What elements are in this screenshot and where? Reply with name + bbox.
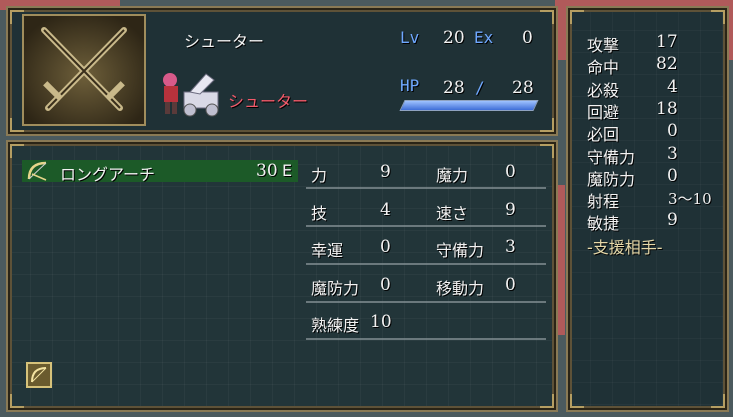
battle-stat-value: 18 [656, 99, 678, 119]
frame-corner [540, 144, 554, 158]
stat-divider [306, 263, 546, 265]
frame-corner [540, 118, 554, 132]
item-scroll-icon[interactable] [26, 362, 52, 388]
frame-corner [540, 10, 554, 24]
stat-divider [306, 225, 546, 227]
battle-stat-value: 3 [667, 144, 678, 164]
hp-bar-fill [400, 101, 538, 110]
hp-bar [399, 100, 539, 111]
stat-label: 幸運 [311, 241, 344, 260]
unit-sprite [160, 70, 226, 118]
weapon-name: ロングアーチ [60, 165, 156, 184]
stat-label: 熟練度 [311, 316, 360, 335]
battle-stat-label: 必殺 [587, 81, 620, 100]
stat-value: 10 [370, 312, 392, 332]
frame-corner [570, 394, 584, 408]
stat-divider [306, 301, 546, 303]
battle-stat-label: 攻撃 [587, 36, 620, 55]
stat-divider [306, 338, 546, 340]
battle-stat-value: 4 [667, 77, 678, 97]
battle-stat-label: 必回 [587, 125, 620, 144]
level-value: 20 [443, 28, 465, 48]
level-label: Lv [400, 28, 420, 47]
hp-max: 28 [512, 78, 534, 98]
hp-label: HP [400, 76, 420, 95]
stat-value: 0 [380, 275, 391, 295]
frame-corner [711, 394, 725, 408]
frame-corner [711, 10, 725, 24]
battle-stat-value: 0 [667, 166, 678, 186]
battle-stat-value: 0 [667, 121, 678, 141]
stat-value: 3 [505, 237, 516, 257]
battle-stat-label: 敏捷 [587, 214, 620, 233]
stat-label: 技 [311, 204, 328, 223]
battle-stat-label: 守備力 [587, 148, 636, 167]
battle-stat-value: 3〜10 [668, 190, 712, 208]
stat-value: 9 [505, 200, 516, 220]
stat-value: 0 [505, 275, 516, 295]
battle-stat-label: 回避 [587, 103, 620, 122]
weapon-rank: E [282, 161, 293, 180]
battle-stat-label: 射程 [587, 192, 620, 211]
weapon-slot[interactable]: ロングアーチ 30 E [22, 160, 298, 184]
stat-value: 9 [380, 162, 391, 182]
battle-stat-value: 17 [656, 32, 678, 52]
frame-corner [10, 144, 24, 158]
exp-value: 0 [522, 28, 533, 48]
crossed-swords-icon [24, 16, 144, 124]
stat-label: 力 [311, 166, 328, 185]
support-partners-heading: -支援相手- [587, 238, 663, 257]
class-emblem [22, 14, 146, 126]
frame-corner [570, 10, 584, 24]
battle-stat-value: 82 [656, 54, 678, 74]
stat-label: 魔防力 [311, 279, 360, 298]
battle-stat-label: 魔防力 [587, 170, 636, 189]
bow-icon [27, 161, 47, 181]
unit-name: シューター [184, 32, 265, 51]
stat-label: 魔力 [436, 166, 469, 185]
stat-value: 4 [380, 200, 391, 220]
stat-divider [306, 187, 546, 189]
stat-value: 0 [380, 237, 391, 257]
class-name: シューター [228, 92, 309, 111]
hp-separator: / [475, 78, 485, 97]
stat-value: 0 [505, 162, 516, 182]
battle-stat-value: 9 [667, 210, 678, 230]
exp-label: Ex [474, 28, 494, 47]
frame-corner [540, 394, 554, 408]
frame-corner [10, 394, 24, 408]
weapon-uses: 30 [256, 161, 278, 181]
stat-label: 移動力 [436, 279, 485, 298]
stat-label: 速さ [436, 204, 469, 223]
stat-label: 守備力 [436, 241, 485, 260]
hp-current: 28 [443, 78, 465, 98]
battle-stat-label: 命中 [587, 58, 620, 77]
